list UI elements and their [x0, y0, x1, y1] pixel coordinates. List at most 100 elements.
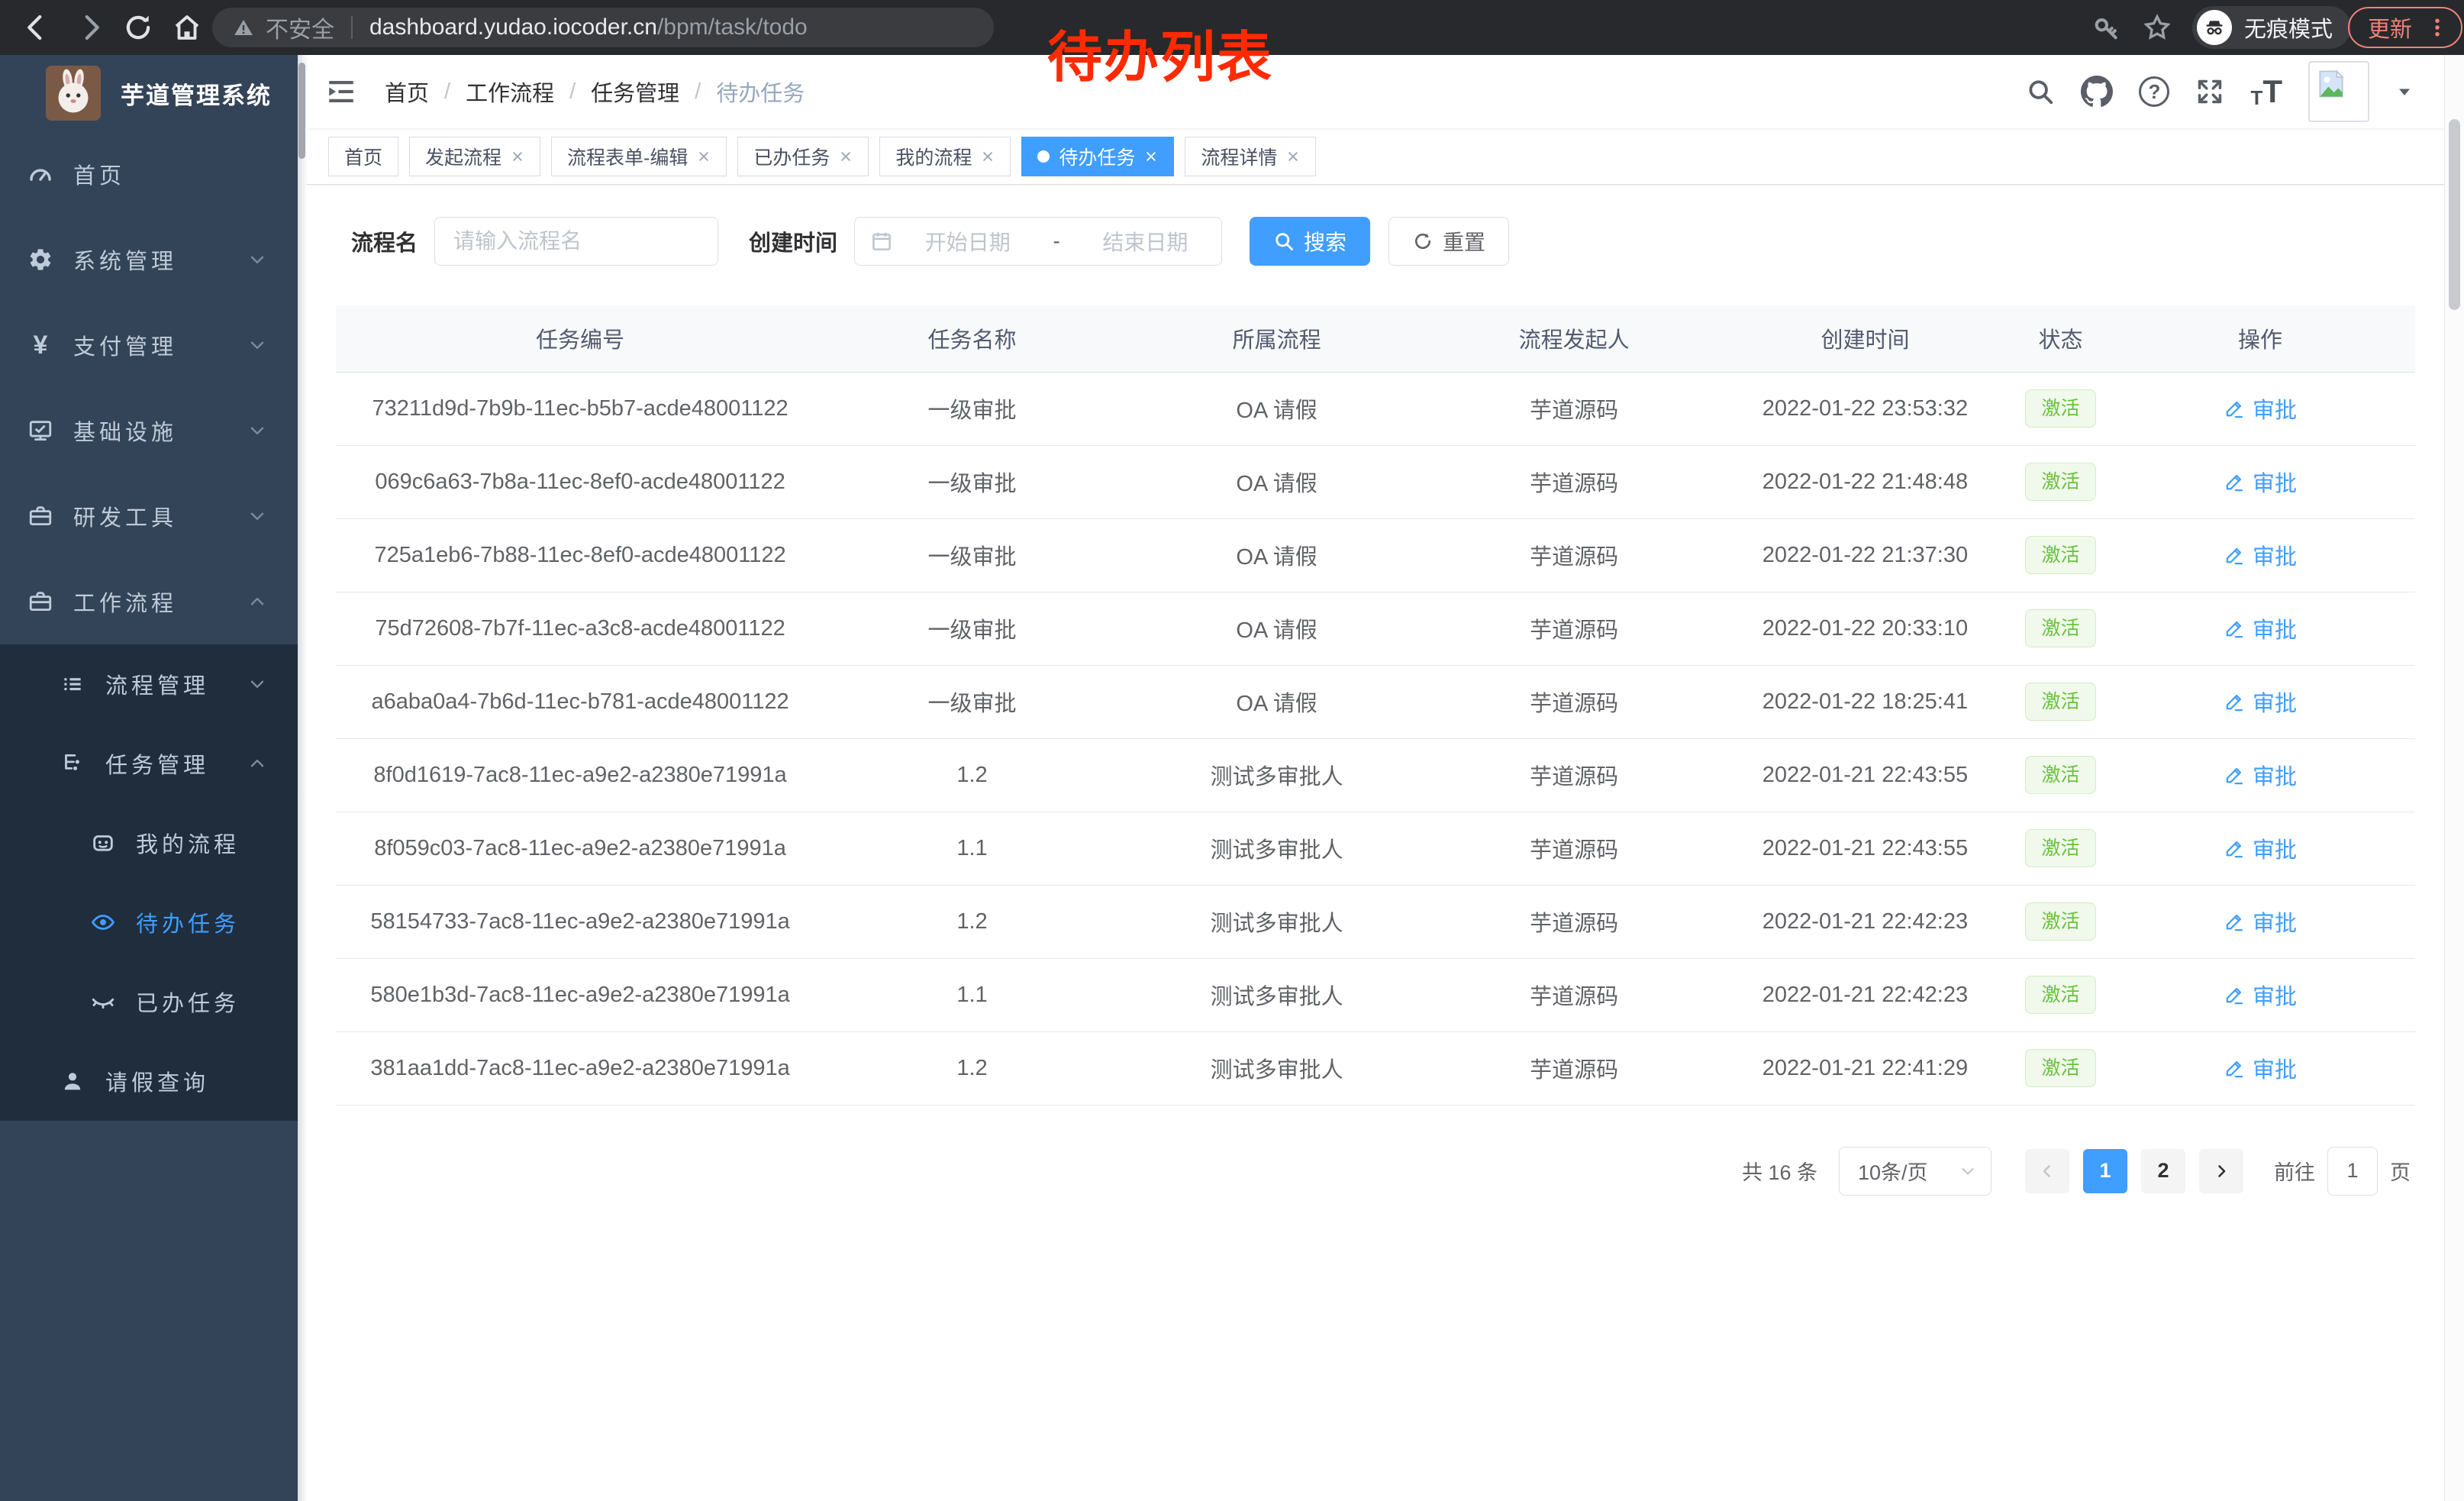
sidebar-item-devtools[interactable]: 研发工具: [0, 473, 298, 559]
update-button[interactable]: 更新: [2348, 7, 2462, 48]
avatar[interactable]: [2308, 61, 2369, 122]
help-icon[interactable]: ?: [2139, 76, 2169, 107]
fullscreen-icon[interactable]: [2195, 77, 2224, 106]
close-icon[interactable]: [511, 150, 524, 163]
search-icon[interactable]: [2026, 77, 2055, 106]
yen-icon: ¥: [27, 331, 53, 360]
chevron-down-icon: [247, 674, 267, 694]
chevron-right-icon: [2212, 1162, 2230, 1180]
approve-button[interactable]: 审批: [2224, 759, 2297, 791]
status-badge: 激活: [2025, 756, 2095, 794]
approve-button[interactable]: 审批: [2224, 905, 2297, 938]
sidebar-item-label: 流程管理: [105, 668, 209, 700]
sidebar-item-home[interactable]: 首页: [0, 131, 298, 217]
tab-process-detail[interactable]: 流程详情: [1185, 137, 1316, 176]
more-vertical-icon[interactable]: [2426, 16, 2449, 39]
approve-button[interactable]: 审批: [2224, 686, 2297, 718]
close-icon[interactable]: [981, 150, 995, 163]
sidebar-item-task-mgmt[interactable]: 任务管理: [0, 724, 298, 803]
end-date-placeholder: 结束日期: [1085, 226, 1206, 257]
tree-icon: [60, 750, 85, 776]
caret-down-icon[interactable]: [2395, 82, 2414, 101]
approve-button[interactable]: 审批: [2224, 392, 2297, 424]
app-title: 芋道管理系统: [121, 76, 272, 111]
close-icon[interactable]: [839, 150, 853, 163]
process-name-input[interactable]: [434, 217, 718, 266]
user-icon: [60, 1068, 85, 1094]
star-icon[interactable]: [2142, 12, 2172, 43]
sidebar-item-payment[interactable]: ¥ 支付管理: [0, 302, 298, 388]
approve-button[interactable]: 审批: [2224, 1052, 2297, 1084]
status-badge: 激活: [2025, 683, 2095, 721]
key-icon[interactable]: [2091, 12, 2122, 43]
sidebar-item-leave-query[interactable]: 请假查询: [0, 1041, 298, 1121]
reset-button[interactable]: 重置: [1388, 217, 1509, 266]
github-icon[interactable]: [2081, 76, 2113, 108]
approve-button[interactable]: 审批: [2224, 612, 2297, 644]
sidebar-scrollbar[interactable]: [298, 55, 307, 1501]
breadcrumb-item[interactable]: 首页: [385, 76, 429, 108]
status-badge: 激活: [2025, 389, 2095, 428]
search-icon: [1273, 231, 1295, 252]
incognito-icon: [2197, 10, 2232, 45]
chevron-down-icon: [1959, 1162, 1977, 1180]
reload-icon[interactable]: [122, 11, 154, 44]
page-button-1[interactable]: 1: [2083, 1149, 2127, 1193]
address-bar[interactable]: 不安全 dashboard.yudao.iocoder.cn/bpm/task/…: [212, 8, 994, 47]
sidebar-item-my-process[interactable]: 我的流程: [0, 803, 298, 883]
page-scrollbar-thumb[interactable]: [2449, 119, 2460, 310]
incognito-label: 无痕模式: [2244, 11, 2333, 44]
edit-icon: [2224, 544, 2245, 566]
sidebar-item-process-mgmt[interactable]: 流程管理: [0, 644, 298, 724]
tab-label: 我的流程: [895, 143, 972, 170]
breadcrumb-item[interactable]: 工作流程: [466, 76, 554, 108]
status-badge: 激活: [2025, 1049, 2095, 1087]
chevron-down-icon: [247, 335, 267, 355]
col-status: 状态: [2016, 305, 2105, 372]
breadcrumb-separator: /: [569, 79, 576, 105]
page-button-2[interactable]: 2: [2141, 1149, 2185, 1193]
table-row: 8f0d1619-7ac8-11ec-a9e2-a2380e71991a1.2测…: [336, 738, 2415, 812]
sidebar-item-todo-tasks[interactable]: 待办任务: [0, 883, 298, 962]
approve-button[interactable]: 审批: [2224, 832, 2297, 864]
tab-todo-tasks[interactable]: 待办任务: [1021, 137, 1174, 176]
app-logo[interactable]: 芋道管理系统: [0, 55, 298, 131]
approve-button[interactable]: 审批: [2224, 466, 2297, 498]
tab-my-process[interactable]: 我的流程: [879, 137, 1011, 176]
sidebar-item-workflow[interactable]: 工作流程: [0, 559, 298, 644]
page-scrollbar[interactable]: [2444, 55, 2464, 1501]
approve-button[interactable]: 审批: [2224, 539, 2297, 571]
sidebar-scrollbar-thumb[interactable]: [298, 63, 305, 159]
search-button[interactable]: 搜索: [1250, 217, 1370, 266]
sidebar-collapse-icon[interactable]: [325, 76, 357, 108]
col-starter: 流程发起人: [1434, 305, 1714, 372]
page-size-value: 10条/页: [1858, 1156, 1928, 1186]
sidebar-item-system[interactable]: 系统管理: [0, 217, 298, 302]
goto-page-input[interactable]: [2327, 1147, 2378, 1196]
tab-label: 流程详情: [1201, 143, 1277, 170]
sidebar-item-done-tasks[interactable]: 已办任务: [0, 962, 298, 1041]
close-icon[interactable]: [697, 150, 711, 163]
list-icon: [60, 671, 85, 697]
breadcrumb-item[interactable]: 任务管理: [591, 76, 679, 108]
next-page-button[interactable]: [2199, 1149, 2243, 1193]
approve-button[interactable]: 审批: [2224, 979, 2297, 1011]
sidebar-item-label: 请假查询: [105, 1065, 209, 1097]
forward-icon[interactable]: [75, 11, 107, 44]
tab-start-process[interactable]: 发起流程: [409, 137, 540, 176]
back-icon[interactable]: [20, 11, 52, 44]
tab-process-form-edit[interactable]: 流程表单-编辑: [551, 137, 727, 176]
tab-done-tasks[interactable]: 已办任务: [737, 137, 869, 176]
edit-icon: [2224, 984, 2245, 1006]
home-icon[interactable]: [171, 11, 203, 44]
table-row: 580e1b3d-7ac8-11ec-a9e2-a2380e71991a1.1测…: [336, 958, 2415, 1031]
close-icon[interactable]: [1144, 150, 1158, 163]
tab-home[interactable]: 首页: [328, 137, 398, 176]
date-range-picker[interactable]: 开始日期 - 结束日期: [854, 217, 1222, 266]
close-icon[interactable]: [1286, 150, 1300, 163]
page-size-select[interactable]: 10条/页: [1839, 1147, 1992, 1196]
sidebar-item-infra[interactable]: 基础设施: [0, 388, 298, 473]
prev-page-button[interactable]: [2025, 1149, 2069, 1193]
font-size-icon[interactable]: TT: [2250, 76, 2282, 108]
not-secure-icon: [232, 16, 255, 39]
